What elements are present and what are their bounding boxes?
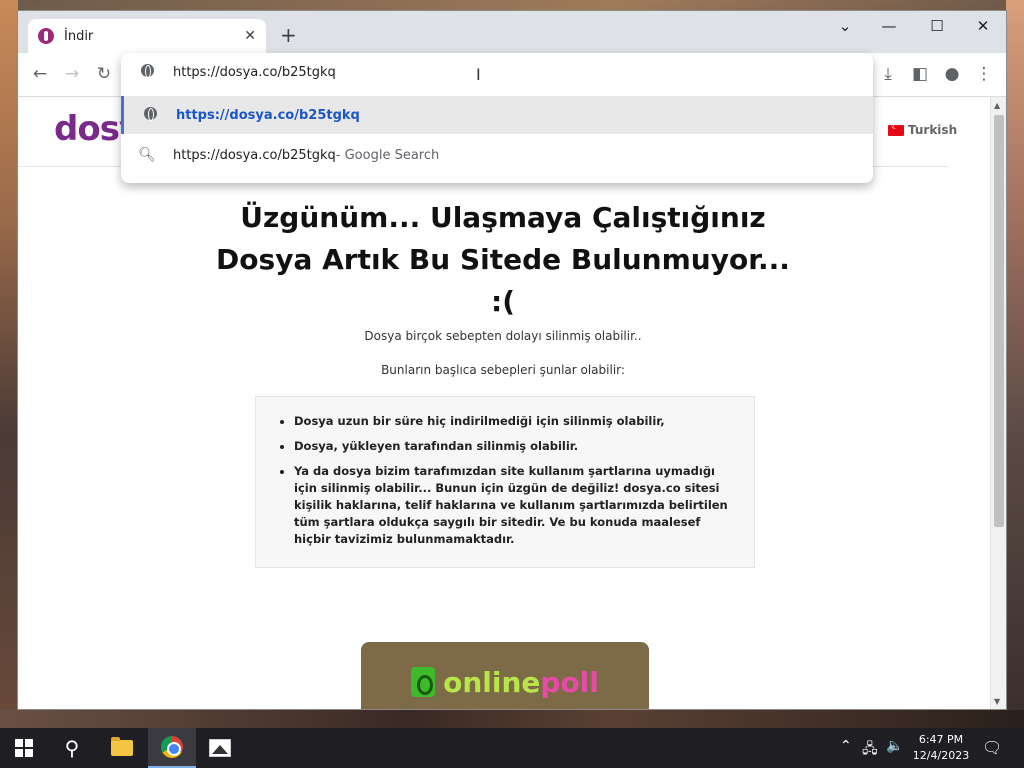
tab-strip: İndir ✕ + ⌄ — ☐ ✕ [18,11,1006,53]
ad-brand-text: onlinepoll [443,665,599,699]
globe-icon [124,106,176,124]
new-tab-button[interactable]: + [280,23,297,47]
taskbar-photos[interactable] [196,728,244,768]
list-item: Ya da dosya bizim tarafımızdan site kull… [294,463,734,548]
taskbar-file-explorer[interactable] [98,728,146,768]
site-favicon-icon [38,28,54,44]
volume-muted-icon[interactable]: 🔈 [886,738,903,754]
tray-chevron-up-icon[interactable]: ⌃ [840,738,852,754]
list-item: Dosya, yükleyen tarafından silinmiş olab… [294,438,734,455]
advertisement-banner[interactable]: onlinepoll [361,642,649,709]
site-info-globe-icon[interactable] [121,63,173,81]
network-icon[interactable]: 🖧 [862,738,878,762]
search-icon: ⚲ [64,736,80,760]
omnibox-suggestion-search[interactable]: 🔍︎ https://dosya.co/b25tgkq - Google Sea… [121,136,873,174]
language-label: Turkish [908,123,958,137]
minimize-button[interactable]: — [874,17,904,35]
tab-indir[interactable]: İndir ✕ [28,19,266,53]
close-window-button[interactable]: ✕ [968,17,998,35]
chrome-icon [161,736,183,758]
back-button[interactable]: ← [28,64,52,84]
page-title: Üzgünüm... Ulaşmaya Çalıştığınız Dosya A… [216,201,790,318]
taskbar-chrome[interactable] [148,728,196,768]
system-clock[interactable]: 6:47 PM 12/4/2023 [906,732,976,764]
profile-avatar-icon[interactable]: ● [940,64,964,84]
page-scrollbar[interactable]: ▲ ▼ [990,97,1006,709]
language-selector[interactable]: Turkish [888,122,958,137]
desktop-background-bottom [0,710,1024,728]
photos-icon [209,739,231,757]
notifications-icon[interactable]: 🗨 [982,738,1002,757]
text-cursor-icon: I [476,65,481,84]
omnibox-input-row[interactable]: https://dosya.co/b25tgkq I [121,53,873,91]
omnibox-dropdown: https://dosya.co/b25tgkq I https://dosya… [121,53,873,183]
windows-logo-icon [15,739,33,757]
desktop-background-left [0,0,18,728]
reasons-box: Dosya uzun bir süre hiç indirilmediği iç… [255,396,755,568]
turkey-flag-icon [888,122,904,136]
list-item: Dosya uzun bir süre hiç indirilmediği iç… [294,413,734,430]
side-panel-icon[interactable]: ◧ [908,64,932,84]
clock-date: 12/4/2023 [912,749,970,762]
info-paragraph: Dosya birçok sebepten dolayı silinmiş ol… [364,329,642,343]
browser-window: İndir ✕ + ⌄ — ☐ ✕ ← → ↻ ⤓ ◧ ● ⋮ https://… [17,10,1007,710]
tab-close-icon[interactable]: ✕ [244,28,256,44]
omnibox-suggestion-url[interactable]: https://dosya.co/b25tgkq [121,96,873,134]
scroll-down-icon[interactable]: ▼ [994,697,1000,706]
scrollbar-thumb[interactable] [994,115,1004,527]
folder-icon [111,737,133,756]
onlinepoll-logo-icon [411,667,436,697]
suggestion-text: https://dosya.co/b25tgkq [173,147,336,163]
forward-button[interactable]: → [60,64,84,84]
web-page: dosya Turkish Üzgünüm... Ulaşmaya Çalışt… [18,97,990,709]
menu-kebab-icon[interactable]: ⋮ [972,64,996,84]
taskbar: ⚲ ⌃ 🖧 🔈 6:47 PM 12/4/2023 🗨 [0,728,1024,768]
taskbar-search-button[interactable]: ⚲ [48,728,96,768]
tab-search-chevron-down-icon[interactable]: ⌄ [830,17,860,35]
suggestion-text: https://dosya.co/b25tgkq [176,107,360,123]
scroll-up-icon[interactable]: ▲ [994,101,1000,110]
suggestion-suffix: - Google Search [335,147,440,163]
clock-time: 6:47 PM [918,733,964,746]
maximize-button[interactable]: ☐ [922,17,952,35]
download-icon[interactable]: ⤓ [876,64,900,84]
desktop-background-right [1006,0,1024,728]
tab-title: İndir [64,28,94,44]
info-paragraph: Bunların başlıca sebepleri şunlar olabil… [381,363,625,377]
start-button[interactable] [0,728,48,768]
reload-button[interactable]: ↻ [92,64,116,84]
search-icon: 🔍︎ [138,147,156,163]
omnibox-input[interactable]: https://dosya.co/b25tgkq [173,65,336,80]
